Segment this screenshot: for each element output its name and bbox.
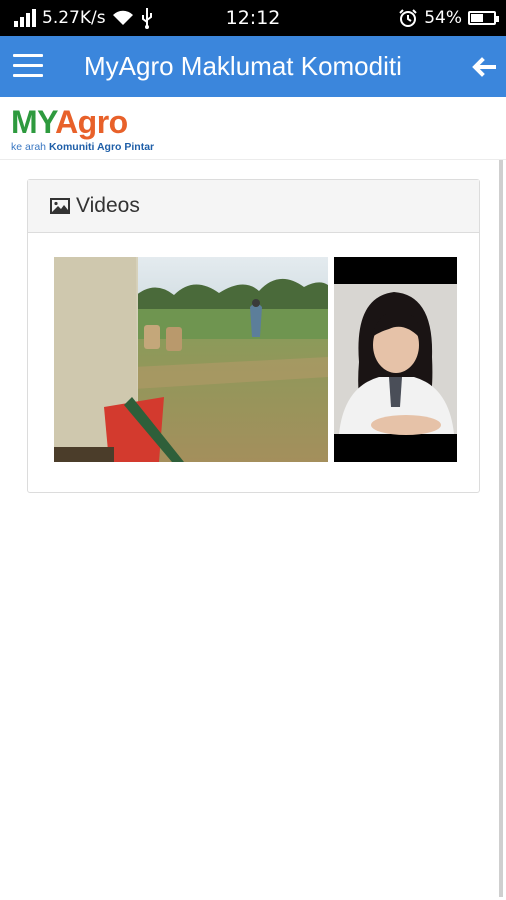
videos-heading-label: Videos bbox=[76, 194, 140, 217]
logo-bar: MYAgro ke arah Komuniti Agro Pintar bbox=[0, 97, 506, 160]
videos-panel: Videos bbox=[27, 179, 480, 493]
logo-part-agro: Agro bbox=[55, 104, 128, 140]
rice-field-harvest-video-thumbnail[interactable] bbox=[54, 257, 328, 462]
battery-percent: 54% bbox=[424, 8, 462, 28]
videos-panel-heading: Videos bbox=[28, 180, 479, 233]
back-arrow-icon[interactable] bbox=[468, 52, 498, 82]
girl-interview-video-thumbnail[interactable] bbox=[334, 257, 457, 462]
scrollbar[interactable] bbox=[499, 160, 503, 897]
picture-icon bbox=[50, 198, 70, 214]
myagro-logo: MYAgro bbox=[11, 104, 128, 141]
alarm-icon bbox=[399, 9, 417, 27]
tagline-prefix: ke arah bbox=[11, 141, 49, 153]
logo-tagline: ke arah Komuniti Agro Pintar bbox=[11, 141, 154, 153]
status-bar: 5.27K/s 12:12 54% bbox=[0, 0, 506, 36]
girl-image bbox=[334, 257, 457, 462]
rice-field-image bbox=[54, 257, 328, 462]
battery-icon bbox=[468, 11, 499, 25]
status-right: 54% bbox=[398, 0, 499, 36]
app-bar: MyAgro Maklumat Komoditi bbox=[0, 36, 506, 97]
logo-part-my: MY bbox=[11, 104, 56, 140]
menu-icon[interactable] bbox=[13, 54, 43, 78]
app-title: MyAgro Maklumat Komoditi bbox=[84, 51, 402, 81]
tagline-bold: Komuniti Agro Pintar bbox=[48, 141, 155, 153]
